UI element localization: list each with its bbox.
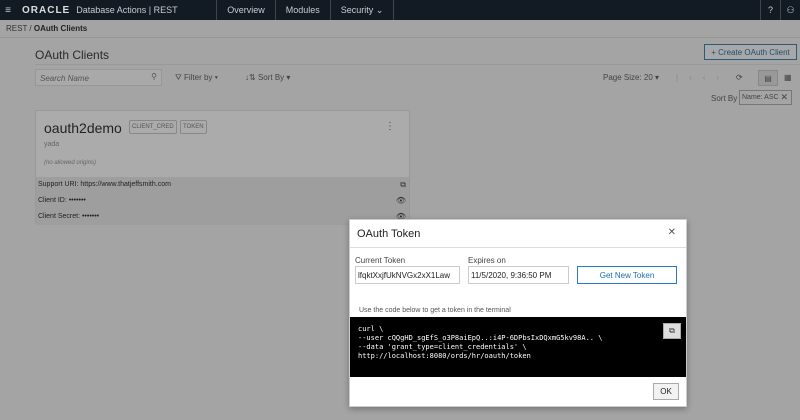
create-oauth-client-button[interactable]: + Create OAuth Client [704, 44, 797, 60]
close-icon[interactable]: ✕ [668, 227, 676, 238]
filter-by-button[interactable]: ⛛ Filter by ▾ [175, 73, 218, 83]
card-details: Support URI: https://www.thatjeffsmith.c… [36, 177, 409, 225]
sort-icon: ↓⇅ [245, 73, 256, 82]
card-view-icon[interactable]: ▤ [758, 70, 778, 86]
refresh-icon[interactable]: ⟳ [736, 73, 743, 82]
app-title: Database Actions | REST [76, 5, 178, 15]
page-size-select[interactable]: Page Size: 20 ▾ [603, 73, 659, 82]
close-icon[interactable]: ✕ [780, 92, 788, 103]
nav-modules[interactable]: Modules [274, 0, 330, 20]
current-token-label: Current Token [355, 256, 406, 265]
divider [0, 37, 800, 38]
nav-security-label: Security [340, 5, 374, 15]
client-id: Client ID: ••••••• [38, 197, 86, 204]
curl-code-block: curl \ --user cQQgHD_sgEfS_o3P8aiEpQ..:i… [350, 317, 686, 377]
breadcrumb: REST / OAuth Clients [6, 24, 88, 33]
code-hint: Use the code below to get a token in the… [359, 307, 511, 314]
help-icon[interactable]: ? [760, 0, 780, 20]
eye-icon[interactable]: 👁 [396, 196, 406, 205]
copy-icon[interactable]: ⧉ [400, 180, 406, 190]
first-page-icon[interactable]: |‹ [676, 73, 703, 82]
oracle-logo: ORACLE [22, 4, 71, 16]
breadcrumb-rest[interactable]: REST [6, 24, 27, 33]
oauth-client-card[interactable]: oauth2demo CLIENT_CRED TOKEN ⋮ yada (no … [35, 110, 410, 225]
page-size-label: Page Size: 20 [603, 73, 653, 82]
tag-token: TOKEN [180, 120, 207, 134]
copy-code-icon[interactable]: ⧉ [663, 323, 681, 339]
sort-chip[interactable]: Name: ASC ✕ [739, 90, 792, 105]
nav-overview[interactable]: Overview [216, 0, 275, 20]
prev-page-icon[interactable]: ‹ [703, 73, 717, 82]
breadcrumb-current: OAuth Clients [33, 24, 88, 33]
nav-security[interactable]: Security ⌄ [329, 0, 395, 20]
user-icon[interactable]: ⚇ [780, 0, 800, 20]
expires-label: Expires on [468, 256, 506, 265]
support-uri: Support URI: https://www.thatjeffsmith.c… [38, 181, 171, 188]
sort-label: Sort By [257, 73, 285, 82]
pagination: |‹‹› [676, 73, 730, 82]
next-page-icon[interactable]: › [716, 73, 730, 82]
hamburger-menu-icon[interactable]: ≡ [0, 5, 16, 16]
current-token-field[interactable]: lfqktXxjfUkNVGx2xX1Law [355, 266, 460, 284]
get-new-token-button[interactable]: Get New Token [577, 266, 677, 284]
create-label: Create OAuth Client [718, 47, 790, 57]
divider [35, 64, 800, 65]
plus-icon: + [711, 47, 719, 57]
search-input[interactable]: Search Name ⚲ [35, 69, 162, 86]
sort-by-button[interactable]: ↓⇅ Sort By ▾ [245, 73, 290, 82]
top-bar: ≡ ORACLE Database Actions | REST Overvie… [0, 0, 800, 20]
filter-icon: ⛛ [175, 73, 182, 82]
more-options-icon[interactable]: ⋮ [385, 121, 395, 132]
client-secret: Client Secret: ••••••• [38, 213, 100, 220]
dialog-title: OAuth Token [357, 228, 421, 240]
page-title: OAuth Clients [35, 48, 110, 62]
oauth-token-dialog: OAuth Token ✕ Current Token lfqktXxjfUkNV… [349, 219, 687, 407]
search-icon[interactable]: ⚲ [151, 72, 157, 81]
tag-client-cred: CLIENT_CRED [129, 120, 177, 134]
client-description: yada [44, 141, 60, 148]
chevron-down-icon: ⌄ [375, 4, 384, 15]
filter-label: Filter by [183, 73, 213, 82]
ok-button[interactable]: OK [653, 383, 679, 400]
sort-by-label: Sort By [711, 94, 738, 103]
search-placeholder: Search Name [40, 74, 89, 83]
client-name: oauth2demo [44, 120, 122, 136]
expires-field[interactable]: 11/5/2020, 9:36:50 PM [468, 266, 569, 284]
sort-chip-label: Name: ASC [742, 94, 779, 101]
allowed-origins: (no allowed origins) [44, 160, 97, 166]
table-view-icon[interactable]: ▦ [784, 73, 792, 82]
